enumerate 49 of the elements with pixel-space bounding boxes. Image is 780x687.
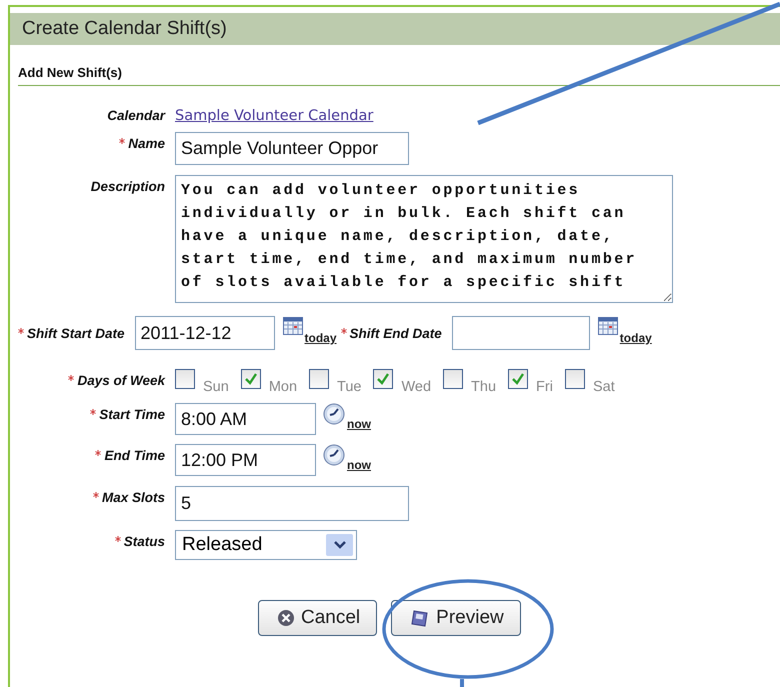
panel-title: Create Calendar Shift(s) <box>22 18 227 40</box>
cancel-button[interactable]: Cancel <box>258 600 378 636</box>
description-field[interactable]: You can add volunteer opportunities individually or in bulk. Each shift can have a unique name, description, date, start time, end time, and maximum number of slots available for a specific shift <box>175 175 673 303</box>
clock-icon[interactable] <box>323 444 345 466</box>
day-label: Tue <box>337 379 362 395</box>
field-label: Name <box>128 136 165 151</box>
day-label: Sun <box>203 379 229 395</box>
clock-icon[interactable] <box>323 403 345 425</box>
field-label: Description <box>90 179 165 194</box>
field-label: Status <box>124 534 165 549</box>
field-label: Shift Start Date <box>27 326 125 340</box>
time-field[interactable]: 12:00 PM <box>175 444 316 476</box>
day-label: Wed <box>401 379 432 395</box>
checkbox[interactable] <box>443 369 464 389</box>
field-label: End Time <box>104 448 165 463</box>
field-label: Calendar <box>107 108 165 123</box>
status-dropdown[interactable]: Released <box>175 530 357 560</box>
field-label: Start Time <box>99 407 165 422</box>
now-link[interactable]: now <box>347 417 371 431</box>
date-field[interactable] <box>452 316 590 350</box>
day-label: Mon <box>268 379 298 395</box>
checkbox[interactable] <box>175 369 195 389</box>
close-circle-icon <box>277 609 295 627</box>
today-link[interactable]: today <box>620 331 652 345</box>
time-field[interactable]: 8:00 AM <box>175 403 316 435</box>
checkbox[interactable] <box>373 369 394 389</box>
field-label: Max Slots <box>102 490 165 505</box>
calendar-icon[interactable] <box>598 317 618 335</box>
today-link[interactable]: today <box>304 331 337 345</box>
date-field[interactable]: 2011-12-12 <box>134 316 275 350</box>
checkbox[interactable] <box>309 369 330 389</box>
text-field[interactable]: 5 <box>175 486 409 521</box>
preview-button[interactable]: Preview <box>391 600 521 636</box>
day-label: Thu <box>471 379 496 395</box>
field-label: Shift End Date <box>350 326 442 340</box>
section-heading: Add New Shift(s) <box>18 65 780 86</box>
day-label: Sat <box>592 379 615 395</box>
chevron-down-icon <box>334 541 346 549</box>
text-field[interactable]: Sample Volunteer Oppor <box>175 132 409 165</box>
day-label: Fri <box>536 379 553 395</box>
checkbox[interactable] <box>564 369 585 389</box>
document-icon <box>410 608 430 628</box>
calendar-icon[interactable] <box>282 317 303 335</box>
checkbox[interactable] <box>240 369 261 389</box>
calendar-link[interactable]: Sample Volunteer Calendar <box>175 108 374 124</box>
checkbox[interactable] <box>508 369 528 389</box>
field-label: Days of Week <box>77 373 165 388</box>
now-link[interactable]: now <box>347 458 371 472</box>
annotation-line <box>460 679 464 687</box>
